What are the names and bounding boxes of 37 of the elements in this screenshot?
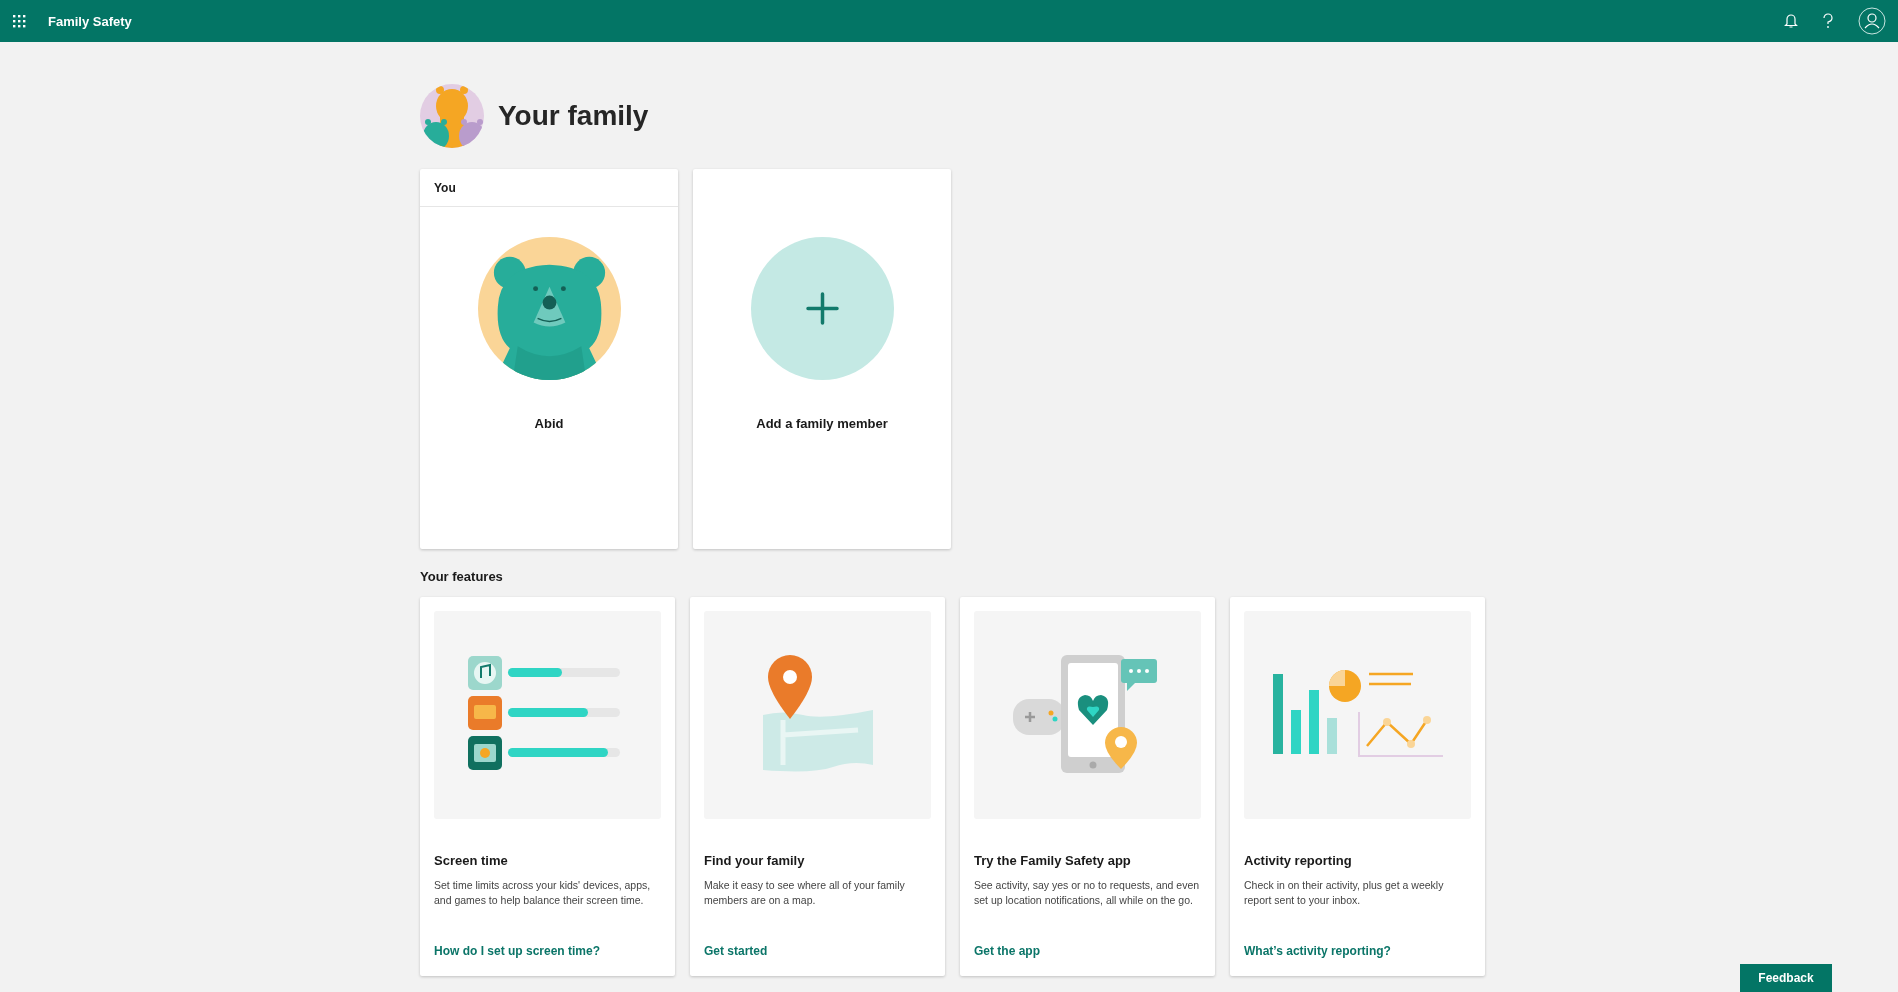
app-title: Family Safety: [48, 13, 132, 29]
chart-point: [1422, 716, 1431, 724]
chart-point: [1382, 718, 1391, 726]
account-icon: [1858, 7, 1886, 35]
app-launcher-button[interactable]: [12, 14, 26, 28]
chart-bar: [1290, 710, 1301, 754]
pie-chart-icon: [1328, 670, 1361, 702]
text-lines-icon: [1367, 672, 1414, 686]
feedback-button[interactable]: Feedback: [1740, 964, 1832, 992]
feature-title: Screen time: [434, 853, 509, 868]
add-member-card[interactable]: Add a family member: [693, 169, 951, 549]
feature-link[interactable]: How do I set up screen time?: [434, 944, 601, 958]
chart-point: [1406, 740, 1415, 748]
feature-title: Find your family: [704, 853, 806, 868]
feature-title: Activity reporting: [1244, 853, 1353, 868]
feature-title: Try the Family Safety app: [974, 853, 1132, 868]
feature-description: See activity, say yes or no to requests, and even set up location notifications, all while on the go.: [974, 878, 1201, 908]
feature-description: Check in on their activity, plus get a weekly report sent to your inbox.: [1244, 878, 1445, 908]
feature-link[interactable]: Get the app: [974, 944, 1040, 958]
section-title: Your features: [420, 569, 504, 584]
feature-description: Make it easy to see where all of your family members are on a map.: [704, 878, 906, 908]
notifications-button[interactable]: [1784, 13, 1798, 29]
feature-link[interactable]: Get started: [704, 944, 768, 958]
chart-bar: [1308, 690, 1319, 754]
member-card[interactable]: You Abid: [420, 169, 678, 549]
help-button[interactable]: [1822, 13, 1834, 29]
account-button[interactable]: [1858, 7, 1886, 35]
feature-link[interactable]: What’s activity reporting?: [1244, 944, 1391, 958]
family-bears-icon: [420, 84, 484, 148]
add-member-label: Add a family member: [756, 416, 888, 431]
chart-bar: [1326, 718, 1337, 754]
page-title: Your family: [498, 100, 649, 132]
bell-icon: [1784, 13, 1798, 29]
card-section-label: You: [434, 180, 456, 195]
member-name: Abid: [534, 416, 564, 431]
help-icon: [1822, 13, 1834, 29]
feature-description: Set time limits across your kids' devices, apps, and games to help balance their screen time.: [434, 878, 652, 908]
